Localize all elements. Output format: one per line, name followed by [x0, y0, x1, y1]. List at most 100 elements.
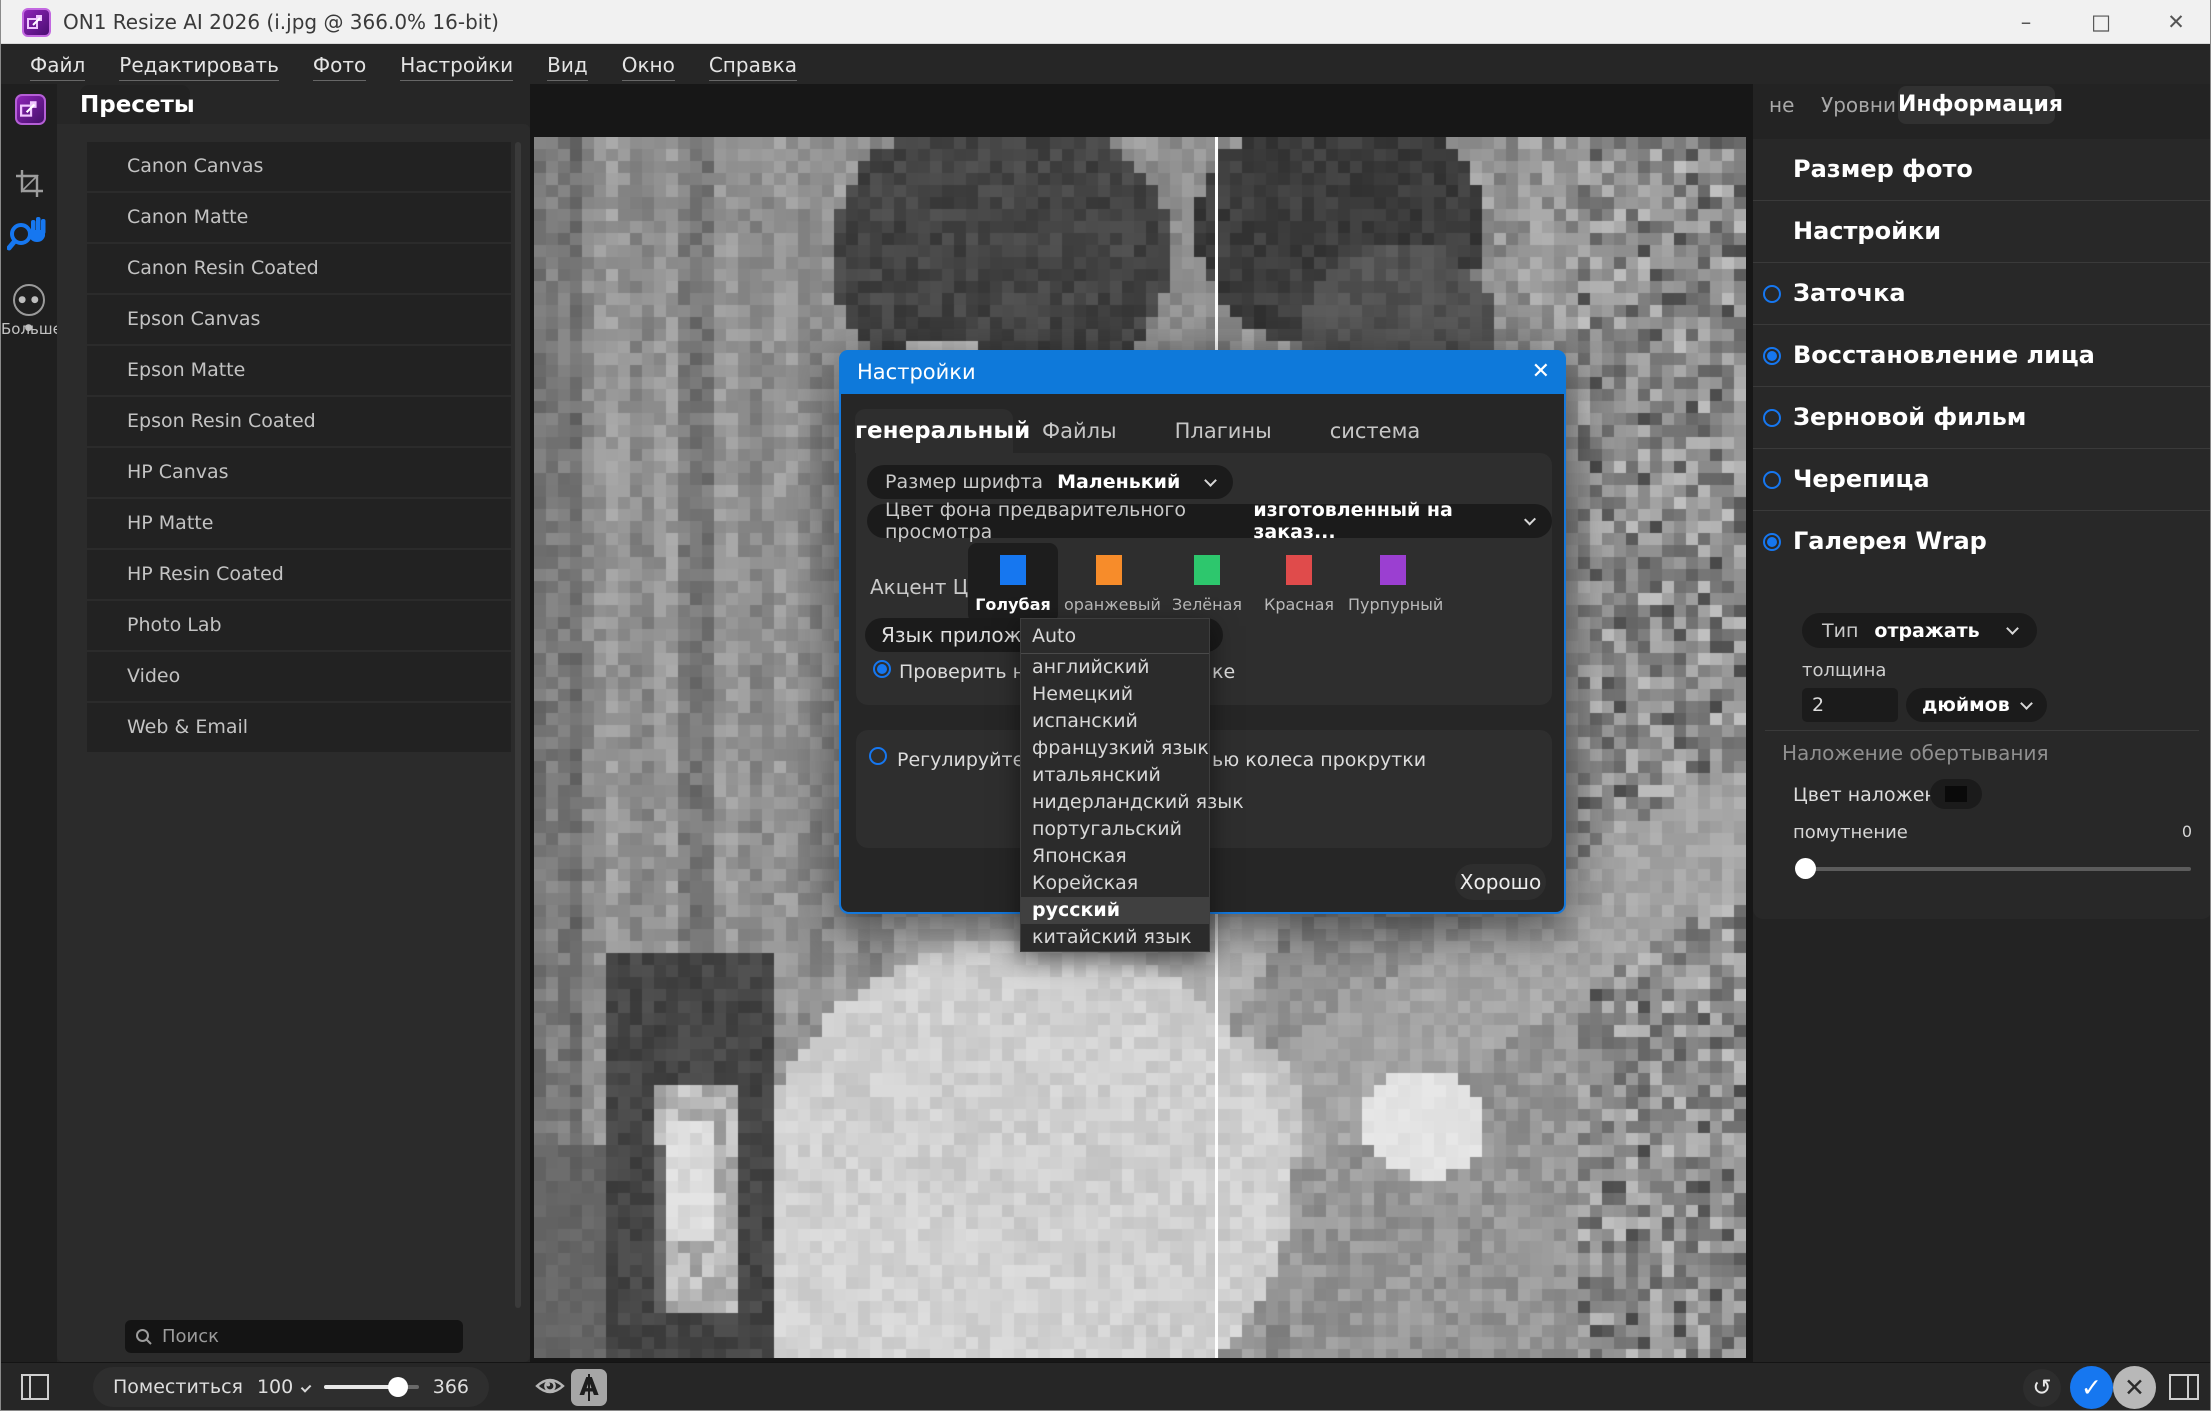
section-settings[interactable]: Настройки [1753, 201, 2211, 263]
scroll-resize-radio[interactable] [869, 747, 887, 765]
accent-swatch-green[interactable]: Зелёная [1162, 543, 1252, 623]
gallery-wrap-radio[interactable] [1763, 533, 1781, 551]
tab-info[interactable]: Информация [1898, 86, 2055, 124]
thickness-label: толщина [1802, 660, 1886, 681]
zoom-value[interactable]: 100 [257, 1376, 293, 1398]
dialog-close-icon[interactable]: ✕ [1532, 350, 1550, 394]
tab-files[interactable]: Файлы [1013, 419, 1146, 443]
preset-item[interactable]: HP Resin Coated [87, 550, 511, 599]
language-option[interactable]: португальский [1021, 816, 1209, 843]
chevron-down-icon [2006, 622, 2019, 635]
menu-help[interactable]: Справка [694, 49, 812, 79]
crop-tool-icon[interactable] [14, 168, 45, 203]
thickness-input[interactable]: 2 [1802, 688, 1898, 722]
cancel-x-icon[interactable]: ✕ [2113, 1366, 2156, 1409]
language-option[interactable]: итальянский [1021, 762, 1209, 789]
preset-item[interactable]: Photo Lab [87, 601, 511, 650]
info-sections: Размер фото Настройки Заточка Восстановл… [1753, 139, 2211, 919]
menu-file[interactable]: Файл [15, 49, 100, 79]
section-photo-size[interactable]: Размер фото [1753, 139, 2211, 201]
more-tools-label: Больше [1, 320, 57, 338]
preset-item[interactable]: Canon Matte [87, 193, 511, 242]
preview-bg-dropdown[interactable]: Цвет фона предварительного просмотра изг… [867, 504, 1552, 538]
preset-item[interactable]: Epson Canvas [87, 295, 511, 344]
section-film-grain[interactable]: Зерновой фильм [1753, 387, 2211, 449]
toggle-left-panel-icon[interactable] [21, 1374, 49, 1400]
accent-swatch-red[interactable]: Красная [1254, 543, 1344, 623]
tab-plugins[interactable]: Плагины [1146, 419, 1301, 443]
section-face-recovery[interactable]: Восстановление лица [1753, 325, 2211, 387]
section-gallery-wrap[interactable]: Галерея Wrap [1753, 511, 2211, 573]
opacity-slider-knob[interactable] [1795, 858, 1816, 879]
language-option[interactable]: английский [1021, 654, 1209, 681]
opacity-slider[interactable] [1801, 867, 2191, 871]
accent-swatch-purple[interactable]: Пурпурный [1348, 543, 1438, 623]
apply-check-icon[interactable]: ✓ [2070, 1366, 2113, 1409]
language-option[interactable]: Японская [1021, 843, 1209, 870]
zoom-slider[interactable] [324, 1385, 419, 1389]
preset-item[interactable]: Epson Resin Coated [87, 397, 511, 446]
app-window: ON1 Resize AI 2026 (i.jpg @ 366.0% 16-bi… [0, 0, 2211, 1411]
accent-swatch-blue[interactable]: Голубая [968, 543, 1058, 623]
language-option[interactable]: китайский язык [1021, 924, 1209, 951]
check-updates-radio[interactable] [873, 660, 891, 678]
preset-item[interactable]: HP Canvas [87, 448, 511, 497]
language-option[interactable]: Корейская [1021, 870, 1209, 897]
preset-item[interactable]: Canon Resin Coated [87, 244, 511, 293]
tab-nav[interactable]: не [1769, 93, 1794, 117]
presets-scrollbar[interactable] [515, 142, 521, 1308]
minimize-icon[interactable]: – [2001, 6, 2051, 38]
zoom-pan-tool-icon[interactable] [7, 212, 51, 256]
fit-button[interactable]: Поместиться [113, 1376, 243, 1398]
right-panel: не Уровни Информация Размер фото Настрой… [1753, 84, 2211, 1362]
face-recovery-radio[interactable] [1763, 347, 1781, 365]
font-size-dropdown[interactable]: Размер шрифта Маленький [867, 465, 1233, 499]
menu-photo[interactable]: Фото [298, 49, 381, 79]
soft-proof-icon[interactable]: A [571, 1369, 607, 1406]
unit-dropdown[interactable]: дюймов [1906, 688, 2047, 722]
preset-item[interactable]: Canon Canvas [87, 142, 511, 191]
language-option-selected[interactable]: русский [1021, 897, 1209, 924]
presets-tab[interactable]: Пресеты [80, 85, 190, 125]
left-toolbar [1, 84, 57, 1362]
sharpening-radio[interactable] [1763, 285, 1781, 303]
section-tiling[interactable]: Черепица [1753, 449, 2211, 511]
more-tools-icon[interactable]: ● ● ● [13, 284, 45, 316]
preset-item[interactable]: HP Matte [87, 499, 511, 548]
preset-item[interactable]: Web & Email [87, 703, 511, 752]
resize-tool-icon[interactable] [15, 94, 46, 125]
zoom-slider-knob[interactable] [388, 1377, 408, 1397]
settings-dialog: Настройки ✕ генеральный Файлы Плагины си… [839, 350, 1566, 914]
menu-edit[interactable]: Редактировать [104, 49, 294, 79]
menu-view[interactable]: Вид [532, 49, 603, 79]
overlay-color-swatch[interactable] [1930, 779, 1982, 809]
language-option[interactable]: французкий язык [1021, 735, 1209, 762]
language-option[interactable]: Немецкий [1021, 681, 1209, 708]
window-title: ON1 Resize AI 2026 (i.jpg @ 366.0% 16-bi… [63, 10, 499, 34]
wrap-type-dropdown[interactable]: Тип отражать [1802, 613, 2037, 648]
preview-eye-icon[interactable] [535, 1374, 565, 1398]
search-input[interactable]: Поиск [125, 1320, 463, 1353]
divider [1765, 730, 2199, 731]
language-option[interactable]: нидерландский язык [1021, 789, 1209, 816]
dialog-titlebar[interactable]: Настройки ✕ [839, 350, 1566, 394]
language-option[interactable]: испанский [1021, 708, 1209, 735]
menu-settings[interactable]: Настройки [385, 49, 528, 79]
opacity-value: 0 [2182, 822, 2192, 841]
ok-button[interactable]: Хорошо [1455, 864, 1546, 900]
menu-window[interactable]: Окно [607, 49, 690, 79]
close-icon[interactable]: ✕ [2151, 6, 2201, 38]
section-sharpening[interactable]: Заточка [1753, 263, 2211, 325]
tab-general[interactable]: генеральный [855, 409, 1013, 453]
preset-item[interactable]: Video [87, 652, 511, 701]
reset-icon[interactable]: ↺ [2023, 1369, 2061, 1407]
tab-system[interactable]: система [1301, 419, 1450, 443]
film-grain-radio[interactable] [1763, 409, 1781, 427]
tiling-radio[interactable] [1763, 471, 1781, 489]
maximize-icon[interactable]: □ [2076, 6, 2126, 38]
toggle-right-panel-icon[interactable] [2169, 1374, 2199, 1400]
language-option[interactable]: Auto [1021, 619, 1209, 654]
accent-swatch-orange[interactable]: оранжевый [1064, 543, 1154, 623]
tab-levels[interactable]: Уровни [1821, 93, 1896, 117]
preset-item[interactable]: Epson Matte [87, 346, 511, 395]
